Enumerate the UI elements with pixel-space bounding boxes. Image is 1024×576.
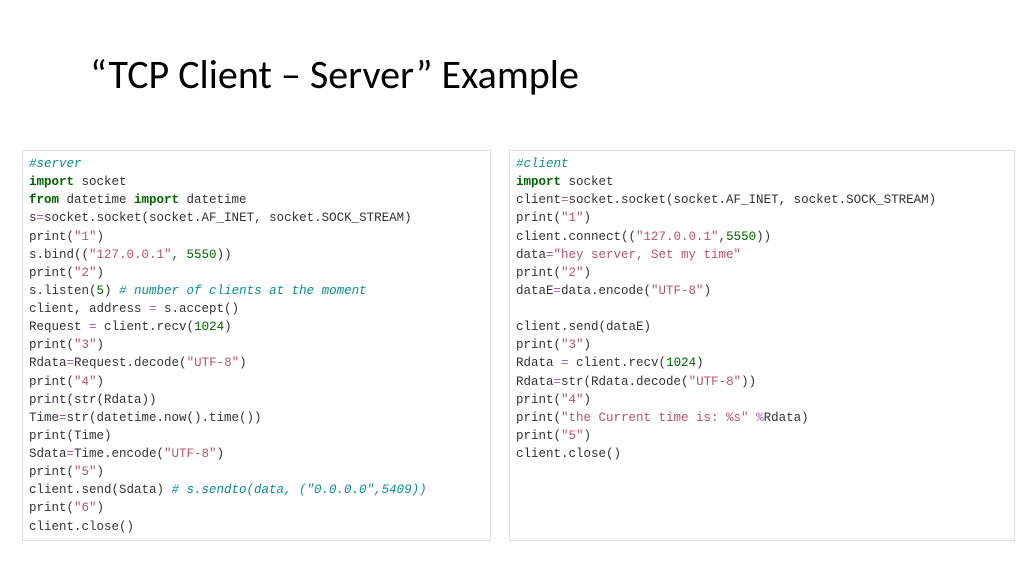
client-comment: #client: [516, 157, 569, 171]
slide-title: “TCP Client – Server” Example: [90, 50, 579, 99]
server-code-panel: #server import socket from datetime impo…: [22, 150, 491, 541]
server-comment: #server: [29, 157, 82, 171]
client-code-panel: #client import socket client=socket.sock…: [509, 150, 1015, 541]
code-panels: #server import socket from datetime impo…: [22, 150, 1015, 541]
